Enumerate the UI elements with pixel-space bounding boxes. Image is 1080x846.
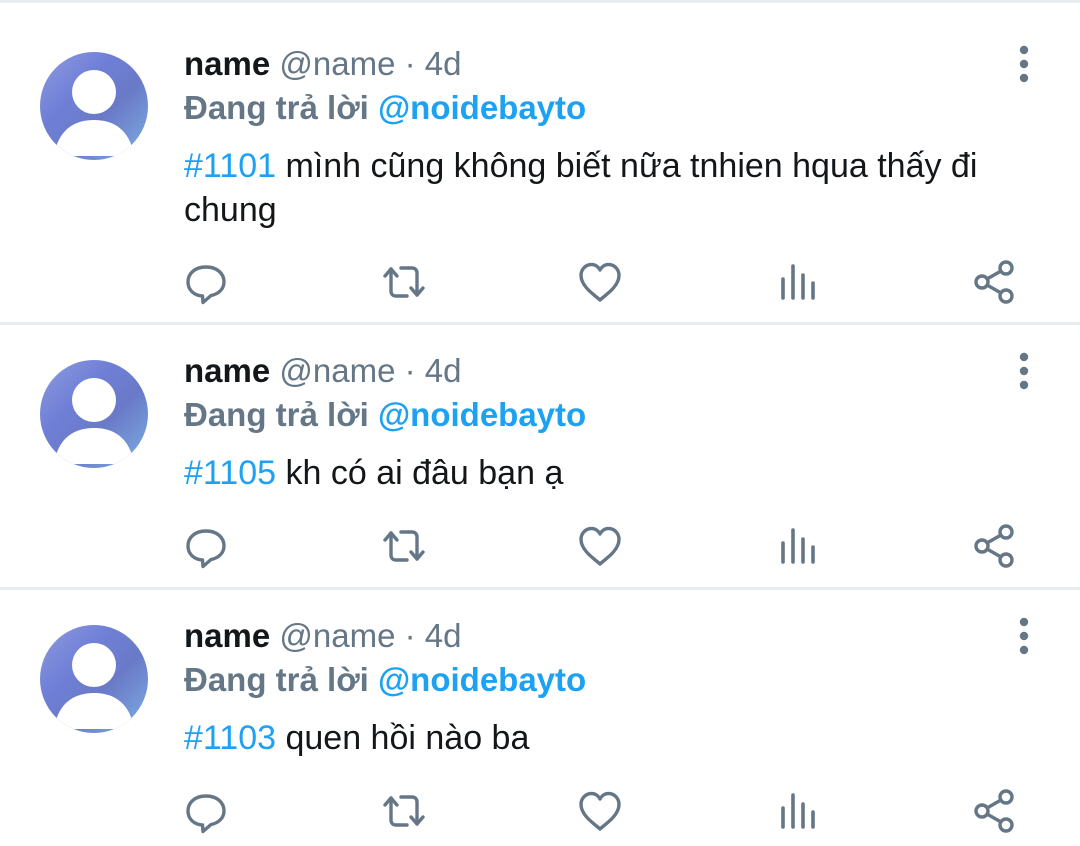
reply-icon[interactable] bbox=[182, 787, 230, 835]
reply-icon[interactable] bbox=[182, 522, 230, 570]
reply-prefix: Đang trả lời bbox=[184, 661, 369, 698]
hashtag-link[interactable]: #1105 bbox=[184, 454, 276, 492]
separator-dot: · bbox=[404, 352, 416, 389]
timestamp[interactable]: 4d bbox=[425, 617, 462, 654]
analytics-icon[interactable] bbox=[774, 258, 822, 306]
reply-icon[interactable] bbox=[182, 258, 230, 306]
mention-link[interactable]: @noidebayto bbox=[378, 396, 586, 433]
separator-dot: · bbox=[404, 617, 416, 654]
separator-dot: · bbox=[404, 45, 416, 82]
mention-link[interactable]: @noidebayto bbox=[378, 661, 586, 698]
tweet-item[interactable]: name @name · 4d Đang trả lời @noidebayto… bbox=[0, 0, 1080, 325]
tweet-header: name @name · 4d bbox=[184, 616, 462, 656]
action-bar bbox=[0, 787, 1080, 835]
tweet-body: quen hồi nào ba bbox=[276, 719, 530, 757]
tweet-body: kh có ai đâu bạn ạ bbox=[276, 454, 564, 492]
action-bar bbox=[0, 258, 1080, 306]
reply-context: Đang trả lời @noidebayto bbox=[184, 88, 586, 128]
more-vertical-icon[interactable] bbox=[1010, 44, 1038, 84]
share-icon[interactable] bbox=[970, 787, 1018, 835]
more-vertical-icon[interactable] bbox=[1010, 616, 1038, 656]
user-handle[interactable]: @name bbox=[279, 45, 395, 82]
tweet-feed: name @name · 4d Đang trả lời @noidebayto… bbox=[0, 0, 1080, 846]
retweet-icon[interactable] bbox=[380, 787, 428, 835]
default-user-avatar-icon bbox=[54, 378, 134, 464]
action-bar bbox=[0, 522, 1080, 570]
display-name[interactable]: name bbox=[184, 352, 270, 389]
tweet-item[interactable]: name @name · 4d Đang trả lời @noidebayto… bbox=[0, 590, 1080, 846]
reply-context: Đang trả lời @noidebayto bbox=[184, 395, 586, 435]
user-handle[interactable]: @name bbox=[279, 617, 395, 654]
timestamp[interactable]: 4d bbox=[425, 352, 462, 389]
heart-icon[interactable] bbox=[576, 522, 624, 570]
hashtag-link[interactable]: #1103 bbox=[184, 719, 276, 757]
retweet-icon[interactable] bbox=[380, 522, 428, 570]
heart-icon[interactable] bbox=[576, 787, 624, 835]
reply-context: Đang trả lời @noidebayto bbox=[184, 660, 586, 700]
timestamp[interactable]: 4d bbox=[425, 45, 462, 82]
avatar[interactable] bbox=[40, 52, 148, 160]
reply-prefix: Đang trả lời bbox=[184, 396, 369, 433]
mention-link[interactable]: @noidebayto bbox=[378, 89, 586, 126]
display-name[interactable]: name bbox=[184, 45, 270, 82]
retweet-icon[interactable] bbox=[380, 258, 428, 306]
tweet-item[interactable]: name @name · 4d Đang trả lời @noidebayto… bbox=[0, 325, 1080, 590]
default-user-avatar-icon bbox=[54, 70, 134, 156]
hashtag-link[interactable]: #1101 bbox=[184, 147, 276, 185]
display-name[interactable]: name bbox=[184, 617, 270, 654]
default-user-avatar-icon bbox=[54, 643, 134, 729]
tweet-body: mình cũng không biết nữa tnhien hqua thấ… bbox=[184, 147, 978, 229]
avatar[interactable] bbox=[40, 360, 148, 468]
more-vertical-icon[interactable] bbox=[1010, 351, 1038, 391]
share-icon[interactable] bbox=[970, 522, 1018, 570]
tweet-text: #1105 kh có ai đâu bạn ạ bbox=[184, 451, 1054, 495]
analytics-icon[interactable] bbox=[774, 522, 822, 570]
analytics-icon[interactable] bbox=[774, 787, 822, 835]
heart-icon[interactable] bbox=[576, 258, 624, 306]
share-icon[interactable] bbox=[970, 258, 1018, 306]
reply-prefix: Đang trả lời bbox=[184, 89, 369, 126]
tweet-text: #1101 mình cũng không biết nữa tnhien hq… bbox=[184, 144, 1054, 232]
tweet-text: #1103 quen hồi nào ba bbox=[184, 716, 1054, 760]
user-handle[interactable]: @name bbox=[279, 352, 395, 389]
tweet-header: name @name · 4d bbox=[184, 351, 462, 391]
avatar[interactable] bbox=[40, 625, 148, 733]
tweet-header: name @name · 4d bbox=[184, 44, 462, 84]
